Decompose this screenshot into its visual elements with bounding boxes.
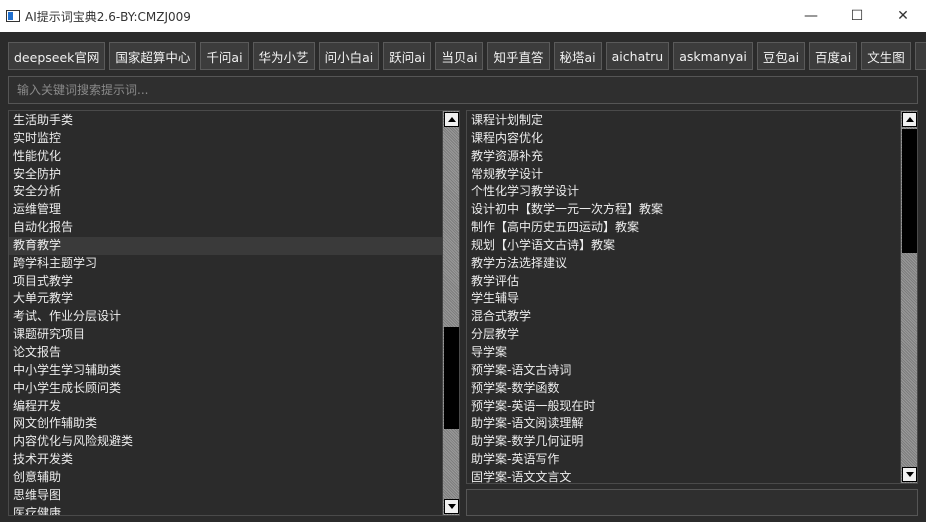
- category-item[interactable]: 中小学生学习辅助类: [9, 362, 442, 380]
- app-icon: [6, 10, 20, 22]
- prompt-item[interactable]: 教学方法选择建议: [467, 255, 900, 273]
- scrollbar-thumb[interactable]: [902, 129, 917, 253]
- site-button-baidu[interactable]: 百度ai: [809, 42, 858, 70]
- prompt-item[interactable]: 混合式教学: [467, 308, 900, 326]
- window-title: AI提示词宝典2.6-BY:CMZJ009: [25, 9, 191, 24]
- prompt-item[interactable]: 个性化学习教学设计: [467, 183, 900, 201]
- category-item[interactable]: 跨学科主题学习: [9, 255, 442, 273]
- category-item[interactable]: 技术开发类: [9, 451, 442, 469]
- search-input[interactable]: [8, 76, 918, 104]
- site-button-zhihu[interactable]: 知乎直答: [487, 42, 550, 70]
- prompt-item[interactable]: 固学案-语文文言文: [467, 469, 900, 483]
- add-site-button[interactable]: +: [914, 42, 926, 70]
- category-item[interactable]: 内容优化与风险规避类: [9, 433, 442, 451]
- prompt-item[interactable]: 教学资源补充: [467, 148, 900, 166]
- site-button-xiaoyi[interactable]: 华为小艺: [252, 42, 315, 70]
- prompt-list-panel: 课程计划制定 课程内容优化 教学资源补充 常规教学设计 个性化学习教学设计 设计…: [466, 110, 918, 484]
- prompt-item[interactable]: 预学案-语文古诗词: [467, 362, 900, 380]
- prompt-item[interactable]: 助学案-英语写作: [467, 451, 900, 469]
- category-item[interactable]: 思维导图: [9, 487, 442, 505]
- prompt-item[interactable]: 规划【小学语文古诗】教案: [467, 237, 900, 255]
- scroll-down-button[interactable]: [444, 499, 459, 514]
- prompt-item[interactable]: 助学案-数学几何证明: [467, 433, 900, 451]
- category-item[interactable]: 生活助手类: [9, 112, 442, 130]
- category-item[interactable]: 性能优化: [9, 148, 442, 166]
- category-item-selected[interactable]: 教育教学: [9, 236, 442, 255]
- site-button-deepseek[interactable]: deepseek官网: [8, 42, 106, 70]
- site-button-supercomputing[interactable]: 国家超算中心: [109, 42, 197, 70]
- site-button-mita[interactable]: 秘塔ai: [553, 42, 602, 70]
- prompt-item[interactable]: 设计初中【数学一元一次方程】教案: [467, 201, 900, 219]
- category-list[interactable]: 生活助手类 实时监控 性能优化 安全防护 安全分析 运维管理 自动化报告 教育教…: [9, 111, 442, 515]
- category-item[interactable]: 医疗健康: [9, 505, 442, 515]
- prompt-item[interactable]: 分层教学: [467, 326, 900, 344]
- prompt-item[interactable]: 课程内容优化: [467, 130, 900, 148]
- prompt-item[interactable]: 助学案-语文阅读理解: [467, 415, 900, 433]
- category-item[interactable]: 项目式教学: [9, 273, 442, 291]
- prompt-item[interactable]: 学生辅导: [467, 290, 900, 308]
- close-button[interactable]: ✕: [880, 0, 926, 32]
- category-scrollbar[interactable]: [442, 111, 459, 515]
- prompt-item[interactable]: 课程计划制定: [467, 112, 900, 130]
- category-item[interactable]: 编程开发: [9, 398, 442, 416]
- site-button-yuewen[interactable]: 跃问ai: [383, 42, 432, 70]
- site-button-qianwen[interactable]: 千问ai: [200, 42, 249, 70]
- arrow-down-icon: [447, 504, 456, 509]
- category-item[interactable]: 课题研究项目: [9, 326, 442, 344]
- arrow-up-icon: [905, 117, 914, 122]
- site-button-doubao[interactable]: 豆包ai: [756, 42, 806, 70]
- window-controls: — ☐ ✕: [788, 0, 926, 32]
- category-item[interactable]: 自动化报告: [9, 219, 442, 237]
- site-button-wenxiaobai[interactable]: 问小白ai: [318, 42, 380, 70]
- category-item[interactable]: 创意辅助: [9, 469, 442, 487]
- category-item[interactable]: 网文创作辅助类: [9, 415, 442, 433]
- arrow-up-icon: [447, 117, 456, 122]
- category-item[interactable]: 大单元教学: [9, 290, 442, 308]
- category-item[interactable]: 考试、作业分层设计: [9, 308, 442, 326]
- site-button-aichatru[interactable]: aichatru: [605, 42, 670, 70]
- scroll-down-button[interactable]: [902, 467, 917, 482]
- prompt-item[interactable]: 教学评估: [467, 273, 900, 291]
- scrollbar-thumb[interactable]: [444, 327, 459, 429]
- prompt-item[interactable]: 制作【高中历史五四运动】教案: [467, 219, 900, 237]
- title-bar: AI提示词宝典2.6-BY:CMZJ009 — ☐ ✕: [0, 0, 926, 32]
- category-item[interactable]: 安全防护: [9, 166, 442, 184]
- prompt-scrollbar[interactable]: [900, 111, 917, 483]
- category-item[interactable]: 中小学生成长顾问类: [9, 380, 442, 398]
- maximize-button[interactable]: ☐: [834, 0, 880, 32]
- site-toolbar: deepseek官网 国家超算中心 千问ai 华为小艺 问小白ai 跃问ai 当…: [8, 42, 926, 70]
- prompt-list[interactable]: 课程计划制定 课程内容优化 教学资源补充 常规教学设计 个性化学习教学设计 设计…: [467, 111, 900, 483]
- scroll-up-button[interactable]: [444, 112, 459, 127]
- site-button-askmanyai[interactable]: askmanyai: [673, 42, 753, 70]
- prompt-item[interactable]: 预学案-数学函数: [467, 380, 900, 398]
- category-item[interactable]: 实时监控: [9, 130, 442, 148]
- prompt-item[interactable]: 预学案-英语一般现在时: [467, 398, 900, 416]
- scroll-up-button[interactable]: [902, 112, 917, 127]
- category-item[interactable]: 安全分析: [9, 183, 442, 201]
- arrow-down-icon: [905, 472, 914, 477]
- minimize-button[interactable]: —: [788, 0, 834, 32]
- site-button-text-to-image[interactable]: 文生图: [861, 42, 911, 70]
- category-list-panel: 生活助手类 实时监控 性能优化 安全防护 安全分析 运维管理 自动化报告 教育教…: [8, 110, 460, 516]
- prompt-item[interactable]: 导学案: [467, 344, 900, 362]
- prompt-preview-box[interactable]: [466, 489, 918, 516]
- category-item[interactable]: 运维管理: [9, 201, 442, 219]
- category-item[interactable]: 论文报告: [9, 344, 442, 362]
- site-button-dangbei[interactable]: 当贝ai: [435, 42, 484, 70]
- prompt-item[interactable]: 常规教学设计: [467, 166, 900, 184]
